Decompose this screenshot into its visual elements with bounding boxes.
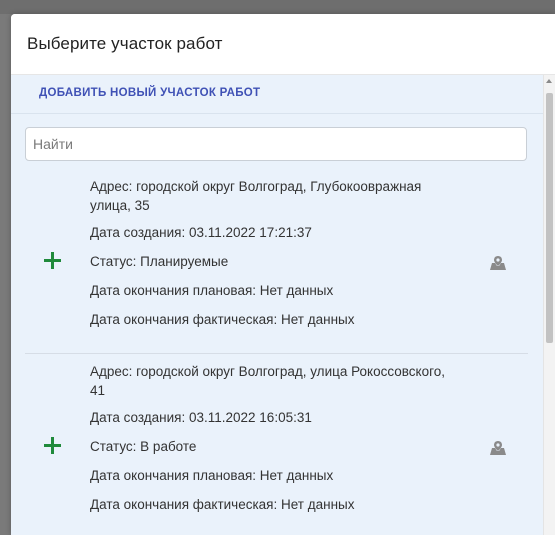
scrollbar-thumb[interactable] [546, 93, 553, 343]
work-site-item[interactable]: Адрес: городской округ Волгоград, Глубок… [25, 167, 528, 352]
work-site-details: Адрес: городской округ Волгоград, улица … [90, 354, 460, 514]
work-site-details: Адрес: городской округ Волгоград, Глубок… [90, 167, 460, 329]
map-marker-icon[interactable] [489, 255, 507, 271]
site-address: Адрес: городской округ Волгоград, Глубок… [90, 179, 422, 213]
site-status: Статус: В работе [90, 439, 197, 454]
dialog-header: Выберите участок работ [11, 14, 555, 75]
site-actual-end: Дата окончания фактическая: Нет данных [90, 497, 355, 512]
add-plus-icon[interactable] [42, 435, 64, 457]
site-status: Статус: Планируемые [90, 254, 229, 269]
vertical-scrollbar[interactable] [543, 75, 555, 535]
work-site-item[interactable]: Адрес: городской округ Волгоград, улица … [25, 353, 528, 535]
divider [11, 113, 543, 114]
map-marker-icon[interactable] [489, 440, 507, 456]
add-plus-icon[interactable] [42, 250, 64, 272]
scroll-up-arrow-icon[interactable] [546, 79, 552, 83]
search-field [25, 127, 527, 161]
site-created-date: Дата создания: 03.11.2022 17:21:37 [90, 225, 312, 240]
work-site-list-area: ДОБАВИТЬ НОВЫЙ УЧАСТОК РАБОТ Адрес: горо… [11, 75, 555, 535]
site-planned-end: Дата окончания плановая: Нет данных [90, 283, 334, 298]
site-actual-end: Дата окончания фактическая: Нет данных [90, 312, 355, 327]
add-new-work-site-button[interactable]: ДОБАВИТЬ НОВЫЙ УЧАСТОК РАБОТ [39, 87, 260, 99]
backdrop-overlay [0, 0, 555, 14]
site-address: Адрес: городской округ Волгоград, улица … [90, 364, 445, 398]
site-planned-end: Дата окончания плановая: Нет данных [90, 468, 334, 483]
dialog-title: Выберите участок работ [27, 34, 223, 53]
search-input[interactable] [26, 128, 526, 160]
site-created-date: Дата создания: 03.11.2022 16:05:31 [90, 410, 312, 425]
select-work-site-dialog: Выберите участок работ ДОБАВИТЬ НОВЫЙ УЧ… [11, 14, 555, 535]
